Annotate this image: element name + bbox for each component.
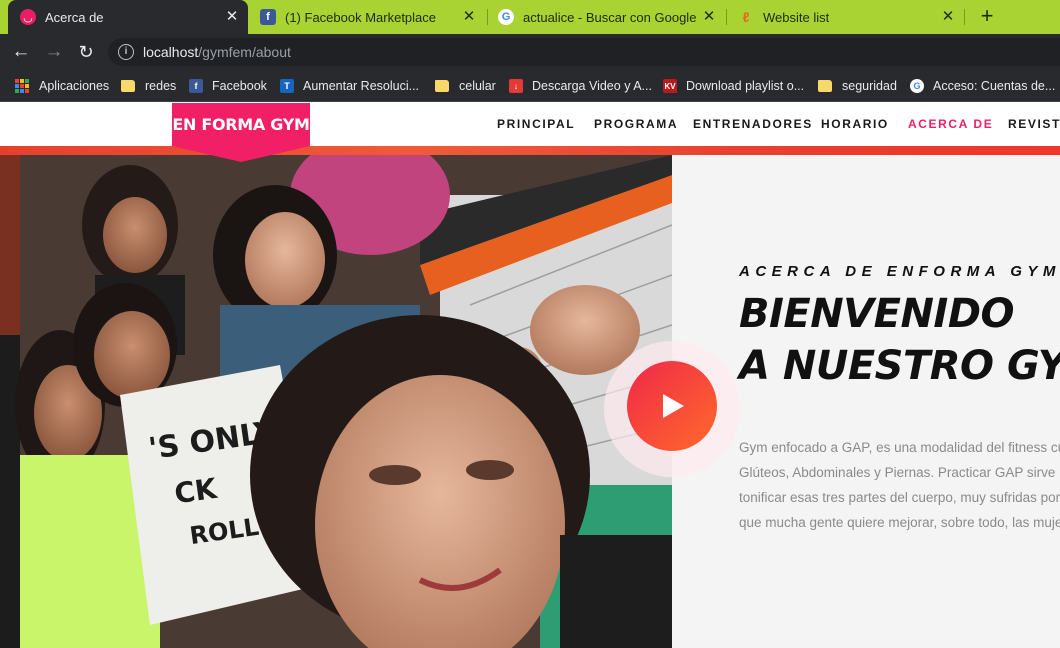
address-bar[interactable]: i localhost/gymfem/about — [108, 38, 1060, 66]
new-tab-button[interactable]: + — [976, 5, 998, 28]
facebook-icon: f — [189, 79, 203, 93]
logo-pointer — [172, 146, 310, 162]
reload-icon[interactable]: ↻ — [75, 41, 97, 63]
bookmark-label: Aumentar Resoluci... — [303, 79, 420, 93]
bookmark-label: Download playlist o... — [686, 79, 805, 93]
bookmark-download-playlist[interactable]: KV Download playlist o... — [663, 77, 804, 95]
about-paragraph-line: tonificar esas tres partes del cuerpo, m… — [739, 490, 1060, 505]
bookmark-acceso-cuentas[interactable]: G Acceso: Cuentas de... — [910, 77, 1055, 95]
folder-icon — [818, 80, 832, 92]
bookmark-seguridad[interactable]: seguridad — [818, 77, 897, 95]
tab-strip: ◡ Acerca de ✕ f (1) Facebook Marketplace… — [0, 0, 1060, 34]
tab-title: Acerca de — [45, 9, 104, 25]
url-path: /gymfem/about — [198, 44, 291, 60]
close-tab-icon[interactable]: ✕ — [701, 9, 717, 24]
gym-group-photo: 'S ONLY CK ROLL — [0, 155, 672, 648]
folder-icon — [435, 80, 449, 92]
tab-website-list[interactable]: ℓ Website list ✕ — [728, 0, 964, 34]
bookmark-label: Aplicaciones — [39, 79, 110, 93]
tab-divider — [964, 9, 965, 25]
folder-icon — [121, 80, 135, 92]
bookmark-label: Facebook — [212, 79, 267, 93]
bookmark-facebook[interactable]: f Facebook — [189, 77, 267, 95]
gym-favicon-icon: ◡ — [20, 9, 36, 25]
about-kicker: ACERCA DE ENFORMA GYM — [739, 263, 1060, 280]
nav-programa[interactable]: PROGRAMA — [594, 117, 678, 131]
bookmark-label: redes — [145, 79, 177, 93]
google-icon: G — [910, 79, 924, 93]
tab-title: Website list — [763, 9, 830, 25]
shirt-print-line2: CK — [172, 472, 220, 511]
bookmarks-bar: Aplicaciones redes f Facebook T Aumentar… — [0, 70, 1060, 102]
tab-google-search[interactable]: G actualice - Buscar con Google ✕ — [489, 0, 725, 34]
tab-title: (1) Facebook Marketplace — [285, 9, 437, 25]
about-headline-line1: BIENVENIDO — [739, 291, 1015, 337]
apps-grid-icon — [15, 79, 29, 93]
url-host: localhost — [143, 44, 199, 60]
about-paragraph-line: que mucha gente quiere mejorar, sobre to… — [739, 515, 1060, 530]
nav-principal[interactable]: PRINCIPAL — [497, 117, 575, 131]
play-icon — [663, 394, 684, 418]
photo-illustration: 'S ONLY CK ROLL — [0, 155, 672, 648]
browser-toolbar: ← → ↻ i localhost/gymfem/about — [0, 34, 1060, 70]
google-icon: G — [498, 9, 514, 25]
website-list-icon: ℓ — [742, 9, 750, 25]
tab-divider — [487, 9, 488, 25]
download-icon: ↓ — [509, 79, 523, 93]
tab-divider — [726, 9, 727, 25]
site-logo[interactable]: EN FORMA GYM — [172, 103, 310, 146]
tab-acerca-de[interactable]: ◡ Acerca de ✕ — [8, 0, 248, 34]
page-viewport: EN FORMA GYM PRINCIPAL PROGRAMA ENTRENAD… — [0, 103, 1060, 648]
bookmark-label: celular — [459, 79, 496, 93]
about-paragraph-line: Glúteos, Abdominales y Piernas. Practica… — [739, 465, 1060, 480]
close-tab-icon[interactable]: ✕ — [940, 9, 956, 24]
bookmark-redes[interactable]: redes — [121, 77, 176, 95]
tab-facebook-marketplace[interactable]: f (1) Facebook Marketplace ✕ — [250, 0, 485, 34]
close-tab-icon[interactable]: ✕ — [224, 9, 240, 24]
url-text[interactable]: localhost/gymfem/about — [143, 44, 291, 60]
t-icon: T — [280, 79, 294, 93]
kv-icon: KV — [663, 79, 677, 93]
site-info-icon[interactable]: i — [118, 44, 134, 60]
bookmark-label: seguridad — [842, 79, 897, 93]
back-arrow-icon[interactable]: ← — [10, 41, 32, 63]
facebook-icon: f — [260, 9, 276, 25]
about-headline-line2: A NUESTRO GYM — [739, 343, 1060, 389]
bookmark-celular[interactable]: celular — [435, 77, 496, 95]
forward-arrow-icon[interactable]: → — [43, 41, 65, 63]
bookmark-label: Descarga Video y A... — [532, 79, 652, 93]
bookmark-aplicaciones[interactable]: Aplicaciones — [15, 77, 109, 95]
play-video-button[interactable] — [627, 361, 717, 451]
tab-title: actualice - Buscar con Google — [523, 9, 697, 25]
about-section: ACERCA DE ENFORMA GYM BIENVENIDO A NUEST… — [739, 103, 1060, 648]
close-tab-icon[interactable]: ✕ — [461, 9, 477, 24]
bookmark-aumentar-resolucion[interactable]: T Aumentar Resoluci... — [280, 77, 419, 95]
bookmark-label: Acceso: Cuentas de... — [933, 79, 1056, 93]
bookmark-descarga-video[interactable]: ↓ Descarga Video y A... — [509, 77, 652, 95]
about-paragraph-line: Gym enfocado a GAP, es una modalidad del… — [739, 440, 1060, 455]
